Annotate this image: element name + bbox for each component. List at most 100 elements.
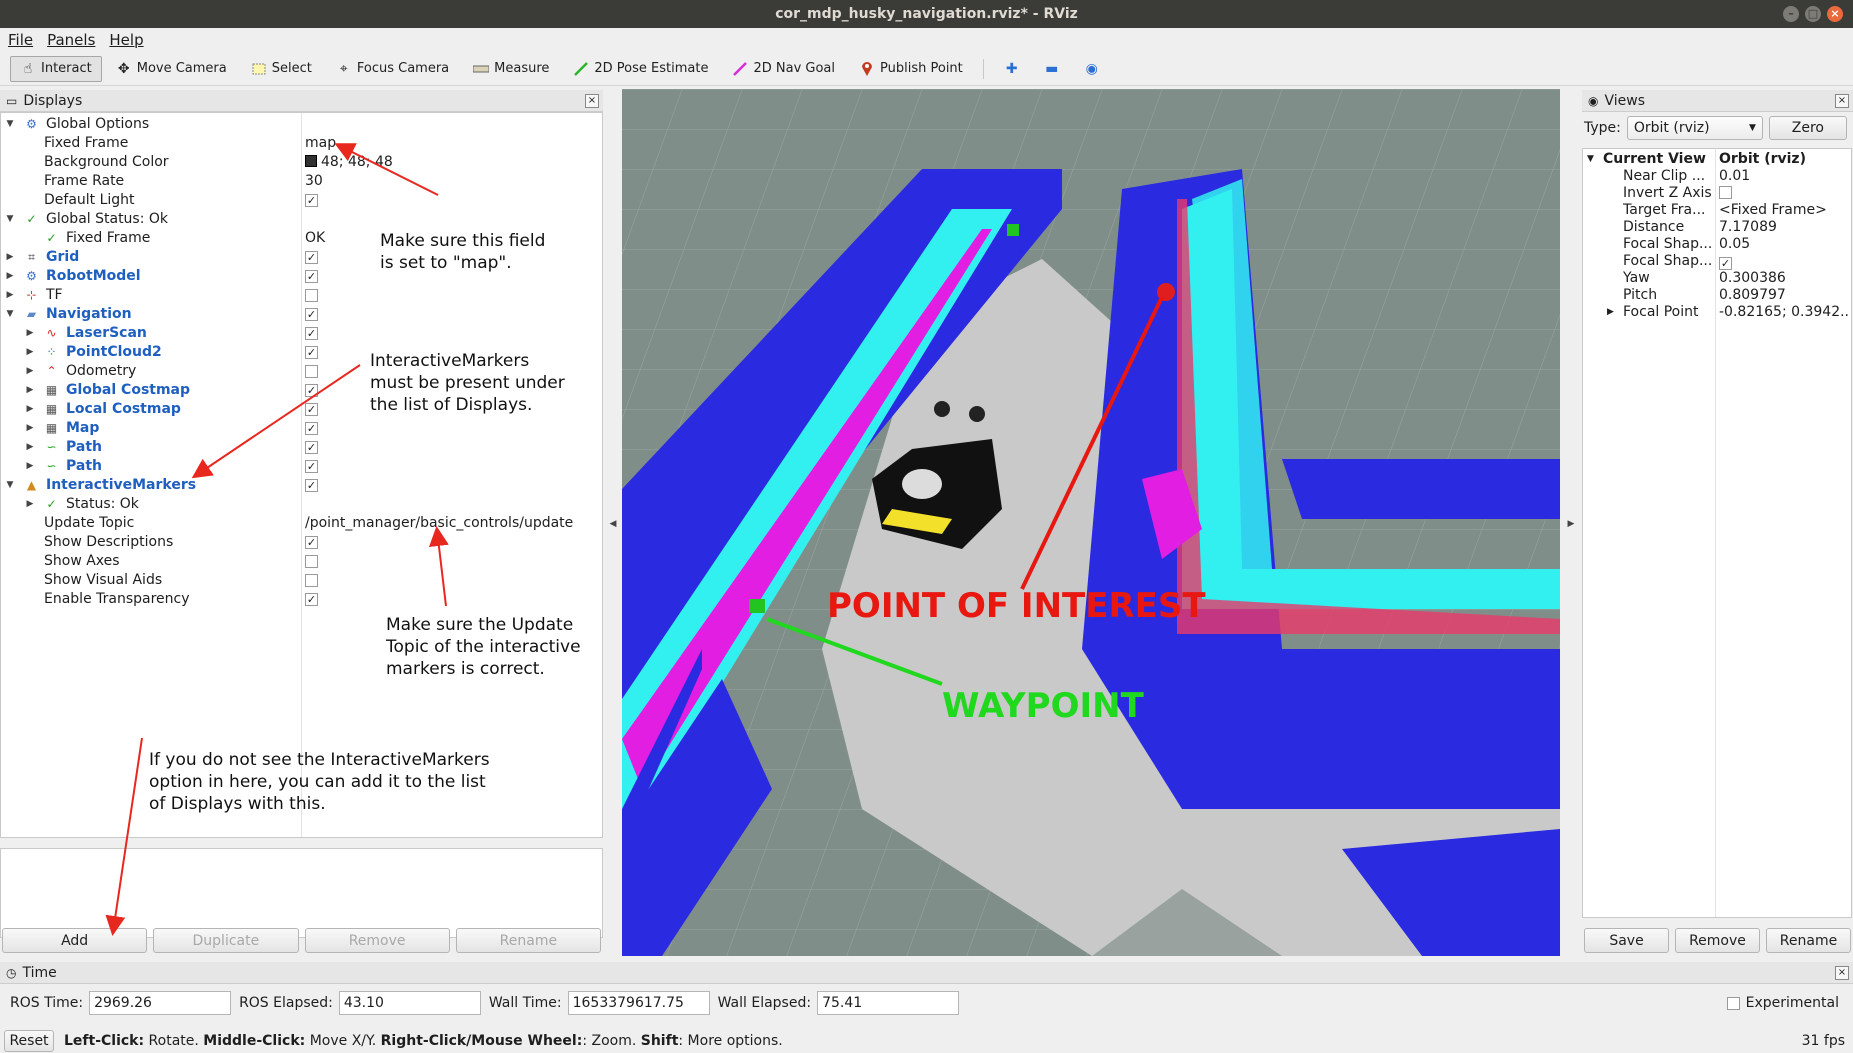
tree-row-update-topic[interactable]: Update Topic /point_manager/basic_contro… bbox=[1, 514, 601, 533]
expand-arrow-icon[interactable]: ▼ bbox=[5, 476, 15, 495]
collapse-arrow-icon[interactable]: ▶ bbox=[25, 495, 35, 514]
expand-arrow-icon[interactable]: ▼ bbox=[5, 305, 15, 324]
background-color-value[interactable]: 48; 48; 48 bbox=[305, 153, 393, 172]
tree-row-enable-transparency[interactable]: Enable Transparency ✓ bbox=[1, 590, 601, 609]
tree-row-fixed-frame[interactable]: Fixed Frame map bbox=[1, 134, 601, 153]
maximize-icon[interactable]: □ bbox=[1805, 6, 1821, 22]
nav-goal-tool[interactable]: 2D Nav Goal bbox=[722, 56, 845, 82]
collapse-arrow-icon[interactable]: ▶ bbox=[25, 438, 35, 457]
pointcloud2-checkbox[interactable]: ✓ bbox=[305, 346, 318, 359]
prop-value[interactable]: <Fixed Frame> bbox=[1719, 202, 1849, 219]
pose-estimate-tool[interactable]: 2D Pose Estimate bbox=[563, 56, 718, 82]
prop-value[interactable]: -0.82165; 0.3942... bbox=[1719, 304, 1849, 321]
ros-time-field[interactable]: 2969.26 bbox=[89, 991, 232, 1015]
view-prop-row[interactable]: Yaw 0.300386 bbox=[1583, 270, 1851, 287]
map-checkbox[interactable]: ✓ bbox=[305, 422, 318, 435]
path-checkbox[interactable]: ✓ bbox=[305, 460, 318, 473]
interact-tool[interactable]: ☝ Interact bbox=[10, 55, 102, 82]
view-prop-row[interactable]: Invert Z Axis bbox=[1583, 185, 1851, 202]
view-prop-row[interactable]: Pitch 0.809797 bbox=[1583, 287, 1851, 304]
local-costmap-checkbox[interactable]: ✓ bbox=[305, 403, 318, 416]
remove-tool-button[interactable]: ▬ bbox=[1034, 56, 1070, 82]
menu-help[interactable]: Help bbox=[109, 31, 143, 49]
rename-view-button[interactable]: Rename bbox=[1766, 928, 1851, 953]
right-splitter[interactable]: ▶ bbox=[1560, 90, 1582, 958]
menu-panels[interactable]: Panels bbox=[47, 31, 95, 49]
tree-row-path[interactable]: ▶ ∽ Path ✓ bbox=[1, 457, 601, 476]
collapse-arrow-icon[interactable]: ▶ bbox=[25, 457, 35, 476]
expand-arrow-icon[interactable]: ▼ bbox=[1587, 151, 1594, 168]
views-tree[interactable]: ▼ Current View Orbit (rviz) Near Clip ..… bbox=[1582, 148, 1852, 918]
expand-arrow-icon[interactable]: ▼ bbox=[5, 210, 15, 229]
view-type-select[interactable]: Orbit (rviz) ▼ bbox=[1626, 116, 1763, 140]
tree-row-show-visual-aids[interactable]: Show Visual Aids bbox=[1, 571, 601, 590]
view-prop-row[interactable]: Focal Shap... ✓ bbox=[1583, 253, 1851, 270]
grid-checkbox[interactable]: ✓ bbox=[305, 251, 318, 264]
prop-value[interactable]: 0.300386 bbox=[1719, 270, 1849, 287]
collapse-arrow-icon[interactable]: ▶ bbox=[25, 324, 35, 343]
publish-point-tool[interactable]: Publish Point bbox=[849, 56, 973, 82]
close-panel-icon[interactable]: × bbox=[1835, 966, 1849, 980]
close-panel-icon[interactable]: × bbox=[1835, 94, 1849, 108]
add-tool-button[interactable]: ✚ bbox=[994, 56, 1030, 82]
tree-row-show-axes[interactable]: Show Axes bbox=[1, 552, 601, 571]
remove-button[interactable]: Remove bbox=[304, 928, 450, 953]
tree-row-interactive-markers[interactable]: ▼ ▲ InteractiveMarkers ✓ bbox=[1, 476, 601, 495]
global-costmap-checkbox[interactable]: ✓ bbox=[305, 384, 318, 397]
tree-row-map[interactable]: ▶ ▦ Map ✓ bbox=[1, 419, 601, 438]
collapse-arrow-icon[interactable]: ▶ bbox=[25, 419, 35, 438]
focus-camera-tool[interactable]: ⌖ Focus Camera bbox=[326, 56, 459, 82]
prop-value[interactable]: 0.05 bbox=[1719, 236, 1849, 253]
select-tool[interactable]: Select bbox=[241, 56, 322, 82]
remove-view-button[interactable]: Remove bbox=[1675, 928, 1760, 953]
view-prop-row[interactable]: ▶ Focal Point -0.82165; 0.3942... bbox=[1583, 304, 1851, 321]
tree-row-laserscan[interactable]: ▶ ∿ LaserScan ✓ bbox=[1, 324, 601, 343]
zero-button[interactable]: Zero bbox=[1768, 116, 1847, 140]
show-descriptions-checkbox[interactable]: ✓ bbox=[305, 536, 318, 549]
view-prop-row[interactable]: Near Clip ... 0.01 bbox=[1583, 168, 1851, 185]
current-view-row[interactable]: ▼ Current View Orbit (rviz) bbox=[1583, 151, 1851, 168]
view-prop-row[interactable]: Focal Shap... 0.05 bbox=[1583, 236, 1851, 253]
collapse-arrow-icon[interactable]: ▶ bbox=[1607, 304, 1614, 321]
collapse-arrow-icon[interactable]: ▶ bbox=[25, 381, 35, 400]
collapse-arrow-icon[interactable]: ▶ bbox=[25, 362, 35, 381]
tree-row-global-options[interactable]: ▼ ⚙ Global Options bbox=[1, 115, 601, 134]
tree-row-show-descriptions[interactable]: Show Descriptions ✓ bbox=[1, 533, 601, 552]
view-prop-row[interactable]: Target Fra... <Fixed Frame> bbox=[1583, 202, 1851, 219]
tree-row-default-light[interactable]: Default Light ✓ bbox=[1, 191, 601, 210]
odometry-checkbox[interactable] bbox=[305, 365, 318, 378]
prop-value[interactable]: 0.809797 bbox=[1719, 287, 1849, 304]
tree-row-global-status[interactable]: ▼ ✓ Global Status: Ok bbox=[1, 210, 601, 229]
measure-tool[interactable]: Measure bbox=[463, 56, 559, 82]
tf-checkbox[interactable] bbox=[305, 289, 318, 302]
expand-arrow-icon[interactable]: ▼ bbox=[5, 115, 15, 134]
collapse-arrow-icon[interactable]: ▶ bbox=[5, 286, 15, 305]
render-viewport[interactable]: POINT OF INTEREST WAYPOINT bbox=[622, 89, 1560, 956]
fixed-frame-value[interactable]: map bbox=[305, 134, 336, 153]
tree-row-navigation[interactable]: ▼ ▰ Navigation ✓ bbox=[1, 305, 601, 324]
reset-button[interactable]: Reset bbox=[4, 1029, 54, 1052]
close-icon[interactable]: × bbox=[1827, 6, 1843, 22]
collapse-arrow-icon[interactable]: ▶ bbox=[5, 248, 15, 267]
tree-row-status-ok[interactable]: ▶ ✓ Status: Ok bbox=[1, 495, 601, 514]
path-checkbox[interactable]: ✓ bbox=[305, 441, 318, 454]
enable-transparency-checkbox[interactable]: ✓ bbox=[305, 593, 318, 606]
left-splitter[interactable]: ◀ bbox=[604, 90, 622, 958]
displays-tree[interactable]: ▼ ⚙ Global Options Fixed Frame map Backg… bbox=[0, 112, 603, 838]
tree-row-path[interactable]: ▶ ∽ Path ✓ bbox=[1, 438, 601, 457]
tree-row-frame-rate[interactable]: Frame Rate 30 bbox=[1, 172, 601, 191]
wall-elapsed-field[interactable]: 75.41 bbox=[817, 991, 960, 1015]
duplicate-button[interactable]: Duplicate bbox=[153, 928, 299, 953]
show-visual-aids-checkbox[interactable] bbox=[305, 574, 318, 587]
add-button[interactable]: Add bbox=[2, 928, 148, 953]
wall-time-field[interactable]: 1653379617.75 bbox=[567, 991, 710, 1015]
focal-shape-checkbox[interactable]: ✓ bbox=[1719, 253, 1849, 270]
prop-value[interactable]: 7.17089 bbox=[1719, 219, 1849, 236]
interactive-markers-checkbox[interactable]: ✓ bbox=[305, 479, 318, 492]
robotmodel-checkbox[interactable]: ✓ bbox=[305, 270, 318, 283]
laserscan-checkbox[interactable]: ✓ bbox=[305, 327, 318, 340]
invert-z-checkbox[interactable] bbox=[1719, 185, 1849, 202]
save-button[interactable]: Save bbox=[1584, 928, 1669, 953]
prop-value[interactable]: 0.01 bbox=[1719, 168, 1849, 185]
collapse-arrow-icon[interactable]: ▶ bbox=[25, 400, 35, 419]
